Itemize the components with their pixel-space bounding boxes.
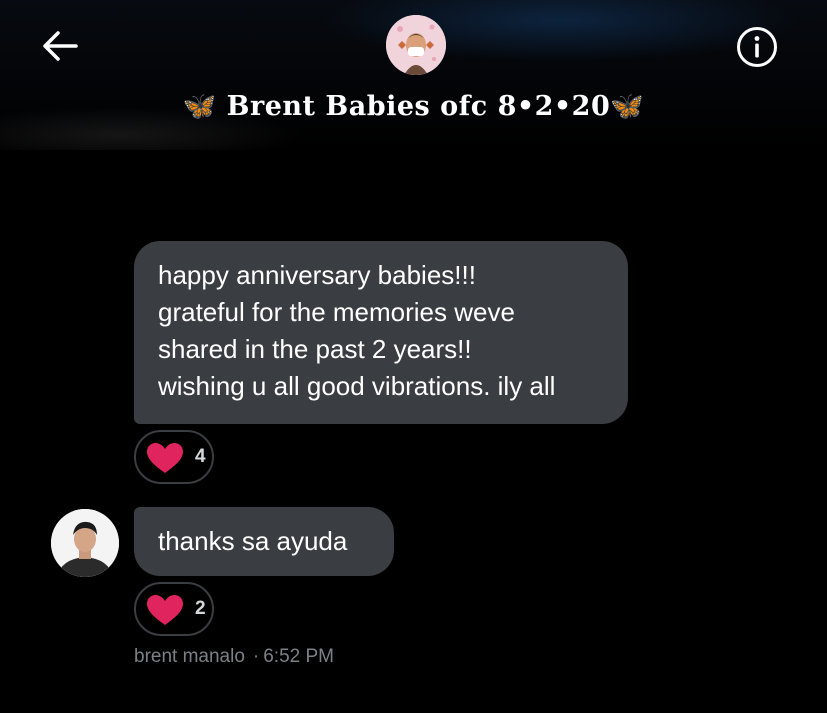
sender-avatar[interactable] [51,509,119,577]
heart-icon [147,595,183,625]
reaction-count: 4 [195,446,206,467]
arrow-left-icon [43,31,78,61]
sender-avatar-image [51,509,119,577]
conversation-info-button[interactable] [735,25,779,69]
message-line: grateful for the memories weve [158,297,515,327]
meta-separator: · [252,646,260,667]
message-line: shared in the past 2 years!! [158,334,472,364]
heart-reaction-button[interactable]: 2 [134,582,214,636]
butterfly-emoji-right: 🦋 [610,91,645,122]
conversation-title[interactable]: 🦋 Brent Babies ofc 8•2•20🦋 [0,90,827,122]
message-meta: brent manalo · 6:52 PM [134,646,334,668]
heart-reaction-button[interactable]: 4 [134,430,214,484]
message-bubble[interactable]: happy anniversary babies!!! grateful for… [134,241,628,424]
butterfly-emoji-left: 🦋 [182,91,217,122]
back-button[interactable] [38,26,82,66]
message-bubble[interactable]: thanks sa ayuda [134,507,394,576]
info-circle-icon [737,27,777,67]
dm-conversation-screen: 🦋 Brent Babies ofc 8•2•20🦋 happy anniver… [0,0,827,713]
heart-icon [147,443,183,473]
reaction-count: 2 [195,598,206,619]
group-avatar-image [386,15,446,75]
message-timestamp: 6:52 PM [263,646,334,667]
conversation-title-text: Brent Babies ofc 8•2•20 [226,91,611,122]
group-avatar[interactable] [386,15,446,75]
message-line: happy anniversary babies!!! [158,260,476,290]
sender-name[interactable]: brent manalo [134,646,245,667]
message-line: wishing u all good vibrations. ily all [158,371,556,401]
message-text: thanks sa ayuda [158,526,348,556]
